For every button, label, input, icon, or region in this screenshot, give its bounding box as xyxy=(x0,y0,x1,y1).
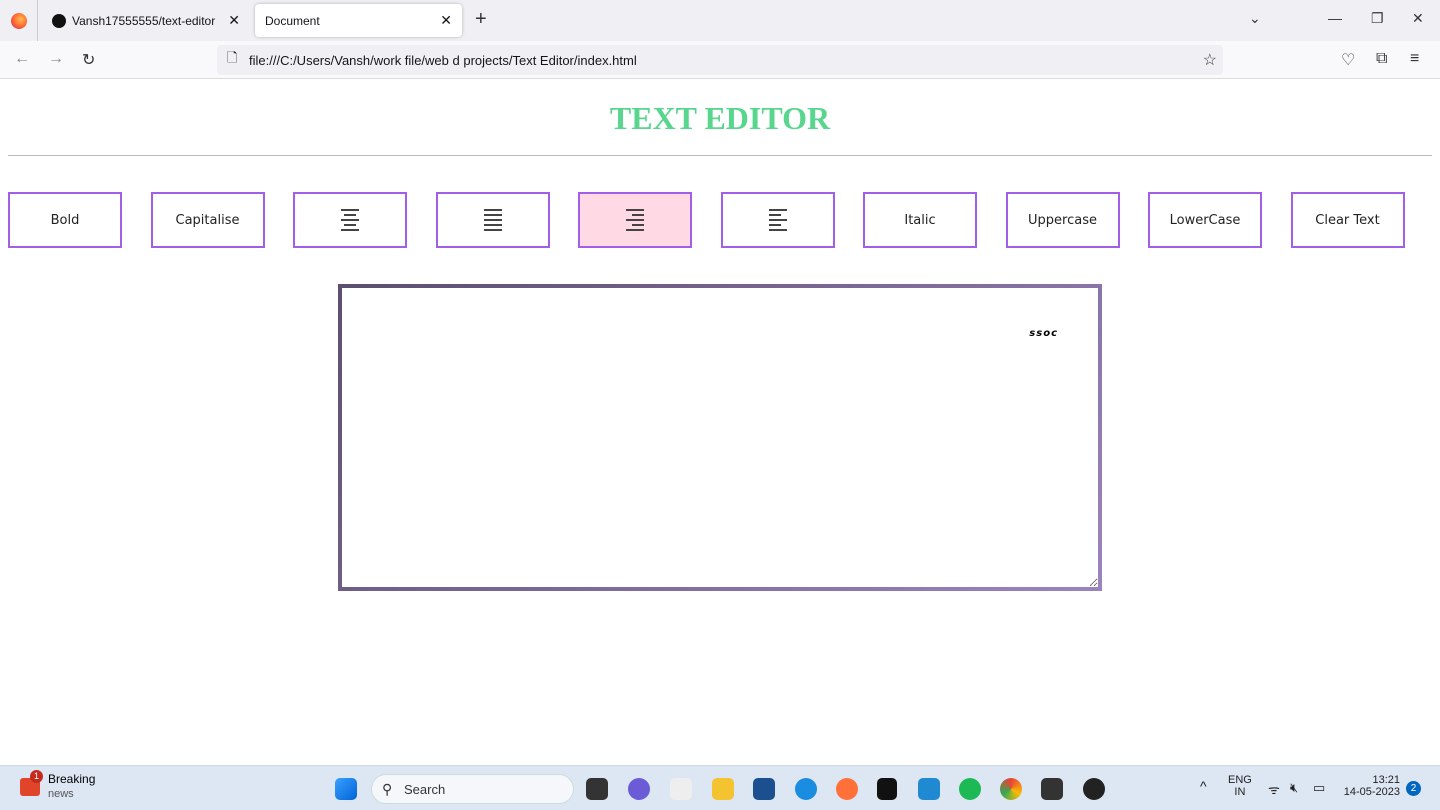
tab-list-icon[interactable]: ⌄ xyxy=(1249,10,1261,27)
align-left-button[interactable] xyxy=(720,192,835,248)
back-icon[interactable]: ← xyxy=(14,50,30,68)
menu-icon[interactable]: ≡ xyxy=(1410,50,1419,68)
terminal-icon[interactable] xyxy=(1041,778,1063,800)
align-right-icon xyxy=(626,209,644,231)
news-badge: 1 xyxy=(30,770,43,783)
start-icon[interactable] xyxy=(335,778,357,800)
new-tab-button[interactable]: + xyxy=(475,8,487,31)
chrome-icon[interactable] xyxy=(1000,778,1022,800)
taskbar-search[interactable]: ⚲ Search xyxy=(371,774,574,804)
italic-button[interactable]: Italic xyxy=(863,192,977,248)
date: 14-05-2023 xyxy=(1343,786,1400,798)
tab-document[interactable]: Document ✕ xyxy=(255,4,462,37)
uppercase-button[interactable]: Uppercase xyxy=(1005,192,1120,248)
firefox-taskbar-icon[interactable] xyxy=(836,778,858,800)
forward-icon[interactable]: → xyxy=(48,50,64,68)
language-indicator[interactable]: ENG IN xyxy=(1228,774,1252,798)
news-widget[interactable]: 1 Breaking news xyxy=(20,770,96,802)
bold-button[interactable]: Bold xyxy=(8,192,122,248)
file-explorer-icon[interactable] xyxy=(712,778,734,800)
tab-github[interactable]: Vansh17555555/text-editor ✕ xyxy=(42,4,250,37)
nav-bar: ← → ↻ 🗋 file:///C:/Users/Vansh/work file/… xyxy=(0,41,1440,79)
page-content: TEXT EDITOR Bold Capitalise Italic Uppercas… xyxy=(0,80,1440,765)
button-label: Bold xyxy=(50,212,80,228)
battery-icon[interactable]: ▭ xyxy=(1313,780,1325,796)
bookmark-star-icon[interactable]: ☆ xyxy=(1203,50,1217,70)
news-icon: 1 xyxy=(20,770,43,796)
button-label: Uppercase xyxy=(1028,212,1097,228)
pocket-icon[interactable]: ♡ xyxy=(1341,50,1355,70)
taskbar: 1 Breaking news ⚲ Search ^ ENG IN ᯤ 🔇︎ ▭ 13… xyxy=(0,765,1440,810)
align-justify-icon xyxy=(483,209,502,231)
button-label: Capitalise xyxy=(175,212,240,228)
reload-icon[interactable]: ↻ xyxy=(82,50,95,70)
minimize-icon[interactable]: — xyxy=(1328,10,1342,26)
github-icon xyxy=(52,13,66,28)
search-label: Search xyxy=(404,781,446,797)
page-title: TEXT EDITOR xyxy=(609,100,831,136)
restore-icon[interactable]: ❐ xyxy=(1371,10,1384,27)
vscode-icon[interactable] xyxy=(918,778,940,800)
lowercase-button[interactable]: LowerCase xyxy=(1148,192,1262,248)
firefox-icon xyxy=(10,12,27,29)
close-tab-icon[interactable]: ✕ xyxy=(440,12,452,29)
page-icon: 🗋 xyxy=(227,50,238,65)
store-icon[interactable] xyxy=(753,778,775,800)
lang: ENG xyxy=(1228,774,1252,786)
notification-badge[interactable]: 2 xyxy=(1406,781,1421,796)
tab-label: Vansh17555555/text-editor xyxy=(72,13,216,28)
time: 13:21 xyxy=(1372,774,1400,786)
task-view-icon[interactable] xyxy=(586,778,608,800)
news-subtitle: news xyxy=(48,788,74,800)
align-right-button[interactable] xyxy=(578,192,692,248)
volume-muted-icon[interactable]: 🔇︎ xyxy=(1290,780,1298,796)
button-label: Clear Text xyxy=(1315,212,1380,228)
teams-icon[interactable] xyxy=(628,778,650,800)
region: IN xyxy=(1234,786,1246,798)
clock[interactable]: 13:21 14-05-2023 xyxy=(1342,774,1400,798)
amazon-icon[interactable] xyxy=(670,778,692,800)
align-center-icon xyxy=(341,209,359,231)
firefox-menu[interactable] xyxy=(0,0,38,41)
wifi-icon[interactable]: ᯤ xyxy=(1268,780,1280,798)
url-text: file:///C:/Users/Vansh/work file/web d p… xyxy=(249,52,637,68)
text-editor-area[interactable] xyxy=(338,284,1102,591)
close-window-icon[interactable]: ✕ xyxy=(1412,10,1424,27)
close-tab-icon[interactable]: ✕ xyxy=(228,12,240,29)
tray-chevron-icon[interactable]: ^ xyxy=(1200,778,1207,794)
spotify-icon[interactable] xyxy=(959,778,981,800)
news-title: Breaking xyxy=(48,772,96,786)
align-center-button[interactable] xyxy=(293,192,407,248)
search-icon: ⚲ xyxy=(382,780,393,797)
align-left-icon xyxy=(768,209,787,231)
dropbox-icon[interactable] xyxy=(877,778,897,800)
divider xyxy=(8,155,1432,156)
tab-bar: Vansh17555555/text-editor ✕ Document ✕ + ⌄… xyxy=(0,0,1440,41)
extensions-icon[interactable]: ⧉ xyxy=(1376,50,1387,68)
media-player-icon[interactable] xyxy=(1083,778,1105,800)
clear-text-button[interactable]: Clear Text xyxy=(1290,192,1405,248)
button-label: LowerCase xyxy=(1169,212,1241,228)
tab-label: Document xyxy=(265,13,320,28)
url-bar[interactable]: 🗋 file:///C:/Users/Vansh/work file/web d … xyxy=(217,45,1223,75)
capitalise-button[interactable]: Capitalise xyxy=(150,192,265,248)
edge-icon[interactable] xyxy=(795,778,817,800)
align-justify-button[interactable] xyxy=(435,192,550,248)
button-label: Italic xyxy=(904,212,936,228)
